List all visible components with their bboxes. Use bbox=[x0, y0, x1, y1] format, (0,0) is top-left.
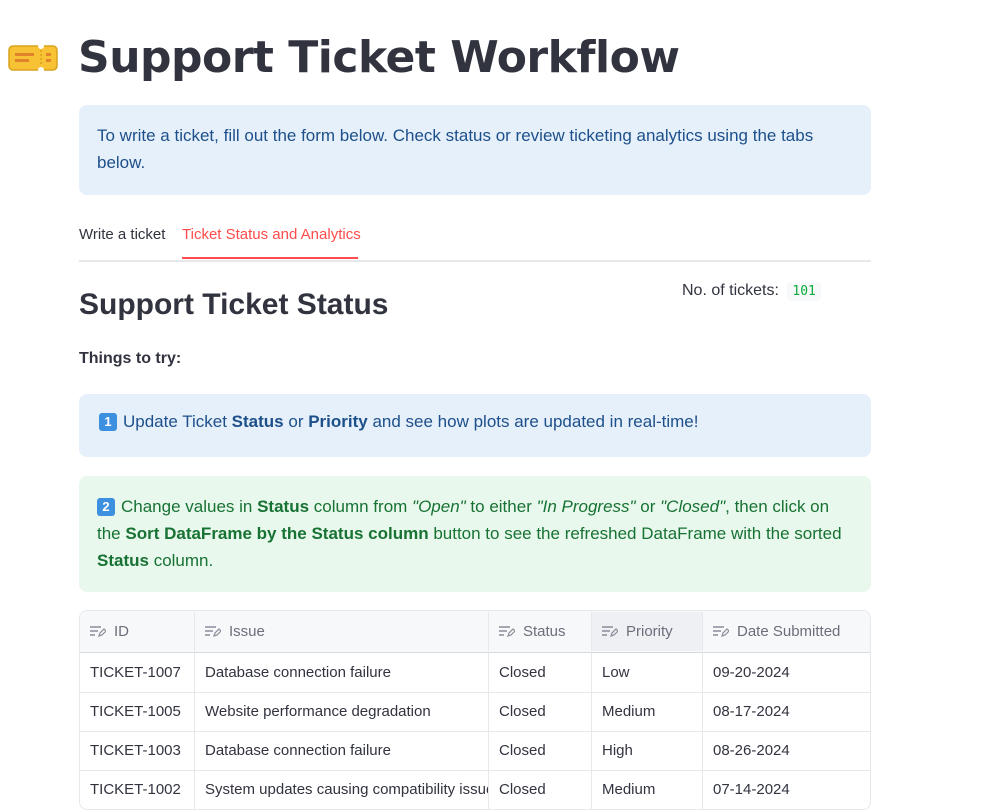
keycap-2-icon: 2 bbox=[97, 498, 115, 516]
tip-text: and see how plots are updated in real-ti… bbox=[367, 412, 699, 431]
tip-bold: Status bbox=[231, 412, 284, 431]
column-header-issue[interactable]: Issue bbox=[195, 612, 489, 651]
ticket-dataframe[interactable]: ID Issue Status Priority Date Submitted … bbox=[79, 610, 871, 810]
cell-status[interactable]: Closed bbox=[489, 692, 592, 731]
tab-bar: Write a ticket Ticket Status and Analyti… bbox=[79, 220, 871, 262]
column-header-status[interactable]: Status bbox=[489, 612, 592, 651]
cell-issue[interactable]: Database connection failure bbox=[195, 653, 489, 692]
cell-status[interactable]: Closed bbox=[489, 770, 592, 809]
column-header-priority[interactable]: Priority bbox=[592, 612, 703, 651]
active-tab-indicator bbox=[182, 257, 358, 259]
tip-text: column from bbox=[309, 497, 413, 516]
cell-status[interactable]: Closed bbox=[489, 731, 592, 770]
info-alert: To write a ticket, fill out the form bel… bbox=[79, 105, 871, 195]
cell-date[interactable]: 07-14-2024 bbox=[703, 770, 870, 809]
section-title: Support Ticket Status bbox=[79, 288, 389, 321]
tip-bold: Status bbox=[257, 497, 310, 516]
table-row: TICKET-1005 Website performance degradat… bbox=[80, 692, 870, 732]
cell-issue[interactable]: Website performance degradation bbox=[195, 692, 489, 731]
tab-ticket-status-analytics[interactable]: Ticket Status and Analytics bbox=[182, 226, 361, 243]
cell-issue[interactable]: System updates causing compatibility iss… bbox=[195, 770, 489, 809]
edit-column-icon bbox=[205, 626, 221, 637]
column-header-label: Status bbox=[523, 623, 566, 640]
column-header-date-submitted[interactable]: Date Submitted bbox=[703, 612, 870, 651]
cell-id[interactable]: TICKET-1003 bbox=[80, 731, 195, 770]
metric-value: 101 bbox=[787, 282, 821, 301]
tip-text: button to see the refreshed DataFrame wi… bbox=[428, 524, 842, 543]
tab-write-ticket[interactable]: Write a ticket bbox=[79, 226, 165, 243]
tip-italic: "Closed" bbox=[660, 497, 726, 516]
column-header-label: ID bbox=[114, 623, 129, 640]
cell-status[interactable]: Closed bbox=[489, 653, 592, 692]
cell-priority[interactable]: Medium bbox=[592, 770, 703, 809]
cell-id[interactable]: TICKET-1007 bbox=[80, 653, 195, 692]
tip-text: Change values in bbox=[121, 497, 258, 516]
tip-bold: Sort DataFrame by the Status column bbox=[125, 524, 429, 543]
column-header-id[interactable]: ID bbox=[80, 612, 195, 651]
tip-text: column. bbox=[148, 551, 214, 570]
ticket-count-metric: No. of tickets: 101 bbox=[682, 282, 821, 301]
column-header-label: Date Submitted bbox=[737, 623, 841, 640]
tip-text: to either bbox=[465, 497, 537, 516]
cell-priority[interactable]: Medium bbox=[592, 692, 703, 731]
cell-date[interactable]: 08-26-2024 bbox=[703, 731, 870, 770]
ticket-icon bbox=[8, 43, 58, 73]
cell-date[interactable]: 09-20-2024 bbox=[703, 653, 870, 692]
table-row: TICKET-1003 Database connection failure … bbox=[80, 731, 870, 771]
table-row: TICKET-1007 Database connection failure … bbox=[80, 653, 870, 693]
tip-bold: Priority bbox=[308, 412, 368, 431]
tip-text: or bbox=[635, 497, 661, 516]
tip-1-alert: 1 Update Ticket Status or Priority and se… bbox=[79, 394, 871, 457]
column-header-label: Priority bbox=[626, 623, 673, 640]
table-row: TICKET-1002 System updates causing compa… bbox=[80, 770, 870, 809]
page-title: Support Ticket Workflow bbox=[78, 32, 680, 83]
tip-italic: "Open" bbox=[412, 497, 466, 516]
title-row: Support Ticket Workflow bbox=[0, 30, 927, 90]
cell-id[interactable]: TICKET-1002 bbox=[80, 770, 195, 809]
cell-id[interactable]: TICKET-1005 bbox=[80, 692, 195, 731]
tip-text: Update Ticket bbox=[123, 412, 232, 431]
tip-bold: Status bbox=[97, 551, 149, 570]
tip-italic: "In Progress" bbox=[536, 497, 636, 516]
cell-issue[interactable]: Database connection failure bbox=[195, 731, 489, 770]
edit-column-icon bbox=[499, 626, 515, 637]
edit-column-icon bbox=[90, 626, 106, 637]
tip-text: or bbox=[283, 412, 309, 431]
keycap-1-icon: 1 bbox=[99, 413, 117, 431]
things-to-try-label: Things to try: bbox=[79, 350, 182, 367]
metric-label: No. of tickets: bbox=[682, 282, 779, 299]
cell-date[interactable]: 08-17-2024 bbox=[703, 692, 870, 731]
tip-2-alert: 2 Change values in Status column from "Op… bbox=[79, 476, 871, 592]
column-header-label: Issue bbox=[229, 623, 265, 640]
cell-priority[interactable]: Low bbox=[592, 653, 703, 692]
cell-priority[interactable]: High bbox=[592, 731, 703, 770]
edit-column-icon bbox=[713, 626, 729, 637]
table-header: ID Issue Status Priority Date Submitted bbox=[80, 611, 870, 653]
edit-column-icon bbox=[602, 626, 618, 637]
